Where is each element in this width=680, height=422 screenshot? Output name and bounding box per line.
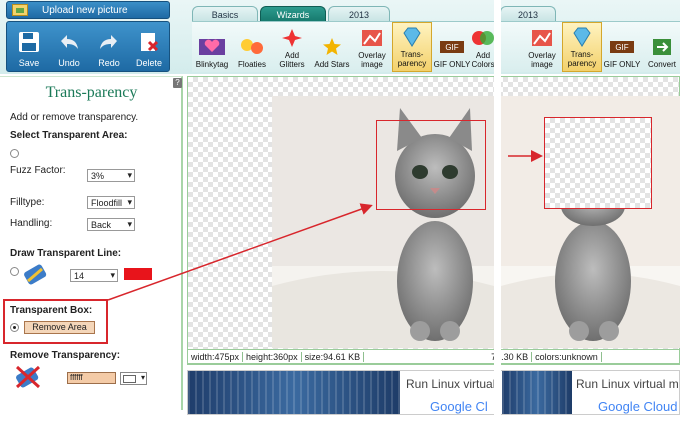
diamond-icon (573, 27, 591, 47)
line-color-swatch[interactable] (124, 268, 152, 280)
ad-text-left: Run Linux virtual (406, 377, 496, 391)
ad-brand-right: Google Cloud (598, 399, 678, 414)
overlay-image-icon (362, 30, 382, 46)
floaties-button[interactable]: Floaties (232, 22, 272, 72)
save-button[interactable]: Save (9, 22, 49, 72)
redo-arrow-icon (100, 35, 117, 49)
image-status-bar: width:475px height:360px size:94.61 KB 7… (187, 349, 680, 364)
undo-button[interactable]: Undo (49, 22, 89, 72)
fuzz-factor-select[interactable]: 3% (87, 169, 135, 182)
file-actions-group: Save Undo Redo Delete (6, 21, 170, 72)
handling-label: Handling: (10, 218, 53, 229)
selection-box-left[interactable] (376, 120, 486, 210)
fuzz-factor-label: Fuzz Factor: (10, 165, 66, 176)
screenshot-divider (494, 0, 501, 422)
upload-button[interactable]: Upload new picture (6, 1, 170, 19)
delete-button[interactable]: Delete (129, 22, 169, 72)
gif-only-button[interactable]: GIF GIF ONLY (432, 22, 472, 72)
image-colors: colors:unknown (532, 351, 602, 362)
tab-2013[interactable]: 2013 (328, 6, 390, 22)
filltype-select[interactable]: Floodfill (87, 196, 135, 209)
delete-label: Delete (135, 58, 162, 68)
redo-label: Redo (98, 58, 120, 68)
panel-subtitle: Add or remove transparency. (10, 112, 139, 123)
overlay-image-icon (532, 30, 552, 46)
help-icon[interactable]: ? (173, 78, 182, 88)
transparency-button[interactable]: Trans- parency (392, 22, 432, 72)
undo-label: Undo (58, 58, 80, 68)
select-area-radio[interactable] (10, 149, 19, 158)
blinkytag-button[interactable]: Blinkytag (192, 22, 232, 72)
gif-icon: GIF (610, 41, 634, 53)
floaties-icon (241, 39, 263, 54)
remove-area-button[interactable]: Remove Area (24, 321, 95, 334)
transparent-line-radio[interactable] (10, 267, 19, 276)
svg-text:GIF: GIF (615, 43, 628, 52)
gif-only-button-right[interactable]: GIF GIF ONLY (602, 22, 642, 72)
remove-transparency-heading: Remove Transparency: (10, 350, 121, 361)
tab-wizards[interactable]: Wizards (260, 6, 326, 22)
overlay-image-button-right[interactable]: Overlay image (522, 22, 562, 72)
transparent-line-heading: Draw Transparent Line: (10, 248, 122, 259)
line-width-select[interactable]: 14 (70, 269, 118, 282)
diamond-icon (403, 27, 421, 47)
add-stars-button[interactable]: Add Stars (312, 22, 352, 72)
image-size: size:94.61 KB (302, 351, 365, 362)
floppy-disk-icon (19, 32, 39, 52)
image-width: width:475px (188, 351, 244, 362)
select-area-heading: Select Transparent Area: (10, 130, 128, 141)
image-height: height:360px (243, 351, 302, 362)
save-label: Save (18, 58, 40, 68)
transparent-area-result (544, 117, 652, 209)
add-glitters-button[interactable]: Add Glitters (272, 22, 312, 72)
convert-button[interactable]: Convert (642, 22, 680, 72)
tab-2013-right[interactable]: 2013 (500, 6, 556, 22)
delete-file-icon (141, 33, 159, 52)
overlay-image-button[interactable]: Overlay image (352, 22, 392, 72)
svg-text:GIF: GIF (445, 43, 458, 52)
filltype-label: Filltype: (10, 197, 45, 208)
ad-image-left (188, 371, 400, 414)
magic-wand-icon (24, 264, 47, 285)
picture-icon (12, 4, 28, 16)
blinkytag-icon (199, 39, 225, 55)
colors-icon (472, 31, 494, 45)
remove-transparency-icon[interactable] (14, 364, 42, 390)
handling-select[interactable]: Back (87, 218, 135, 231)
undo-arrow-icon (61, 35, 78, 49)
wizards-toolbar: Blinkytag Floaties Add Glitters Add Star… (192, 21, 680, 72)
color-picker-select[interactable]: ▾ (120, 372, 147, 385)
transparent-box-radio[interactable] (10, 323, 19, 332)
ad-text-right: Run Linux virtual ma (576, 377, 680, 391)
transparency-button-right[interactable]: Trans- parency (562, 22, 602, 72)
add-colors-button[interactable]: Add Colors (472, 22, 494, 72)
transparent-box-heading: Transparent Box: (10, 305, 93, 316)
tab-basics[interactable]: Basics (192, 6, 258, 22)
glitter-icon (282, 29, 302, 47)
color-hex-input[interactable]: ffffff (67, 372, 116, 384)
stars-icon (323, 38, 341, 55)
chevron-down-icon: ▾ (140, 373, 145, 382)
convert-icon (653, 39, 671, 55)
gif-icon: GIF (440, 41, 464, 53)
ad-image-right (502, 371, 572, 414)
upload-label: Upload new picture (42, 4, 128, 16)
ad-brand-left: Google Cl (430, 399, 488, 414)
panel-title: Trans-parency (45, 84, 138, 101)
redo-button[interactable]: Redo (89, 22, 129, 72)
advertisement-banner[interactable]: Run Linux virtual Google Cl Run Linux vi… (187, 370, 680, 415)
